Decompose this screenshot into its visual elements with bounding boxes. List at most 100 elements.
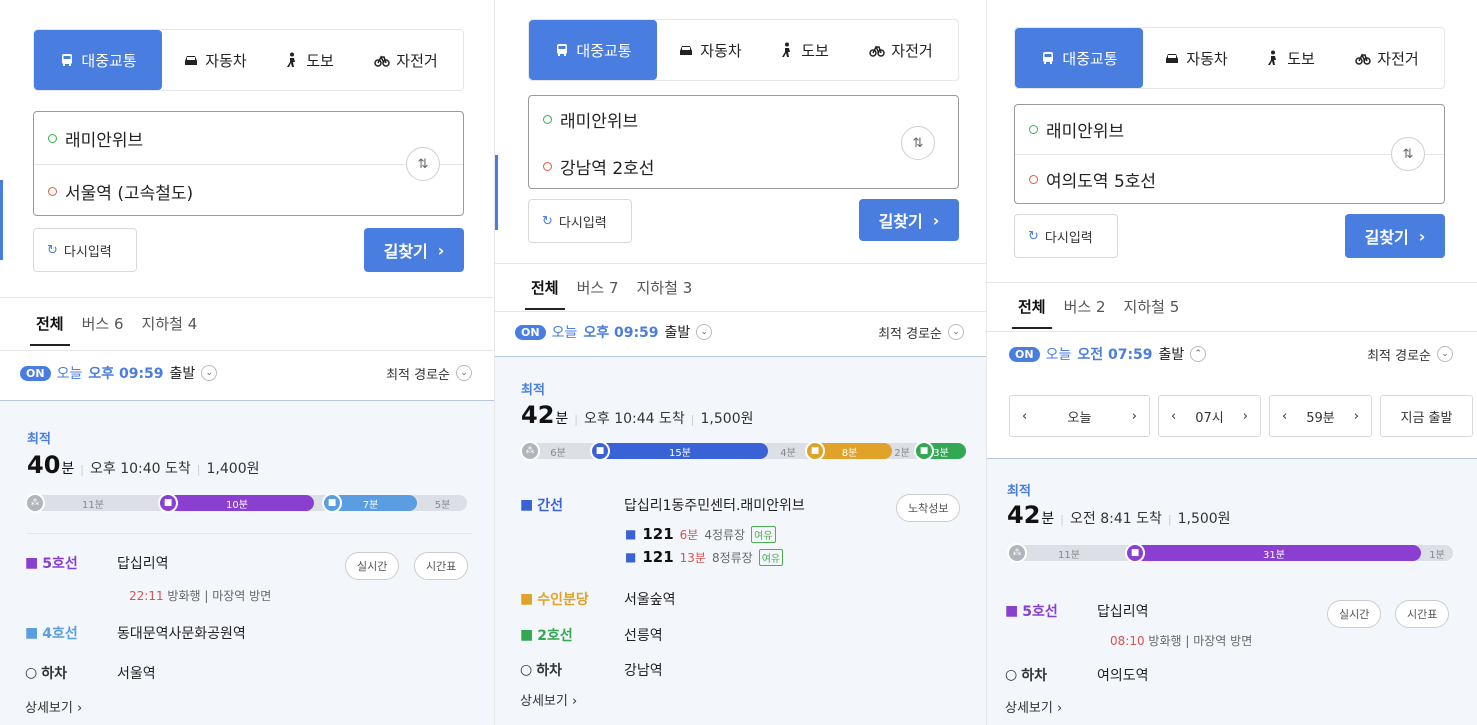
walk-segment: ⁂ 6분 [520, 441, 594, 461]
detail-link[interactable]: 상세보기 › [25, 697, 82, 716]
mode-transit-tab[interactable]: 대중교통 [34, 30, 162, 90]
depart-time-selector[interactable]: ON 오늘 오전 07:59 출발 ⌃ [1009, 344, 1207, 364]
line-name: ■ 2호선 [520, 627, 573, 644]
detail-link[interactable]: 상세보기 › [520, 690, 577, 709]
mode-transit-tab[interactable]: 대중교통 [1015, 28, 1143, 88]
segment-label: 6분 [550, 447, 566, 459]
destination-field[interactable]: 강남역 2호선 [529, 143, 894, 189]
on-badge: ON [20, 365, 51, 381]
mode-label: 도보 [801, 41, 829, 60]
search-button[interactable]: 길찾기 › [859, 199, 959, 241]
walk-segment: 5분 [418, 495, 467, 511]
tabs-divider [0, 350, 494, 351]
hour-value: 07시 [1195, 410, 1224, 426]
tab-bus[interactable]: 버스 7 [577, 277, 619, 298]
chevron-right-icon: › [932, 210, 940, 230]
realtime-button[interactable]: 실시간 [345, 552, 400, 580]
segment-label: 3분 [933, 447, 949, 459]
station-name: 답십리역 [1097, 604, 1149, 620]
reset-button[interactable]: ↻ 다시입력 [33, 228, 137, 272]
sort-selector[interactable]: 최적 경로순 ⌄ [386, 364, 472, 383]
mode-label: 자동차 [1186, 49, 1228, 68]
chevron-down-icon: ⌄ [456, 365, 472, 381]
day-picker[interactable]: ‹ 오늘 › [1009, 395, 1150, 437]
chevron-right-icon[interactable]: › [1354, 409, 1359, 424]
minute-unit: 분 [555, 411, 569, 427]
depart-time-selector[interactable]: ON 오늘 오후 09:59 출발 ⌄ [515, 322, 713, 342]
route-result-card[interactable]: 최적 42 분 | 오전 8:41 도착 | 1,500원 ⁂ 11분 ■ 31… [987, 458, 1477, 725]
route-info-button[interactable]: 노착성보 [896, 494, 961, 522]
tab-bus[interactable]: 버스 2 [1064, 296, 1106, 317]
tab-subway[interactable]: 지하철 5 [1124, 296, 1180, 317]
mode-car-tab[interactable]: 자동차 [162, 30, 268, 90]
bus-icon: ■ [625, 527, 637, 541]
bike-icon [1355, 53, 1372, 65]
line-name: ■ 수인분당 [520, 591, 589, 608]
chevron-left-icon[interactable]: ‹ [1282, 409, 1287, 424]
mode-tabs: 대중교통 자동차 도보 자전거 [1014, 27, 1445, 89]
reset-button[interactable]: ↻ 다시입력 [1014, 214, 1118, 258]
route-result-card[interactable]: 최적 42 분 | 오후 10:44 도착 | 1,500원 ⁂ 6분 ■ 15… [495, 356, 986, 725]
depart-time: 오후 09:59 [88, 366, 164, 382]
mode-bike-tab[interactable]: 자전거 [1331, 28, 1443, 88]
origin-field[interactable]: 래미안위브 [34, 112, 399, 164]
station-name: 답십리1동주민센터.래미안위브 [624, 498, 805, 514]
station-name: 서울숲역 [624, 592, 676, 608]
section-divider [987, 282, 1477, 283]
tab-bus[interactable]: 버스 6 [82, 313, 124, 334]
origin-field[interactable]: 래미안위브 [529, 96, 894, 142]
reset-button[interactable]: ↻ 다시입력 [528, 199, 632, 243]
route-timeline-bar: ⁂ 11분 ■ 10분 3분 ■ 7분 5분 [25, 493, 467, 513]
mode-bike-tab[interactable]: 자전거 [350, 30, 462, 90]
origin-text: 래미안위브 [1046, 122, 1125, 142]
tab-all[interactable]: 전체 [30, 313, 70, 346]
bus-icon: ■ [520, 497, 534, 513]
mode-walk-tab[interactable]: 도보 [268, 30, 350, 90]
alight-label: ○ 하차 [1005, 667, 1047, 684]
swap-icon[interactable]: ⇅ [1391, 137, 1425, 171]
destination-field[interactable]: 서울역 (고속철도) [34, 165, 399, 217]
chevron-left-icon[interactable]: ‹ [1022, 409, 1027, 424]
realtime-button[interactable]: 실시간 [1327, 600, 1382, 628]
mode-label: 자전거 [891, 41, 933, 60]
route-panel-1: 대중교통 자동차 도보 자전거 래미안위브 서울역 (고속철도) ⇅ ↻ 다시입… [0, 0, 494, 725]
mode-car-tab[interactable]: 자동차 [657, 20, 763, 80]
tab-all[interactable]: 전체 [525, 277, 565, 310]
tab-all[interactable]: 전체 [1012, 296, 1052, 329]
search-label: 길찾기 [383, 242, 428, 261]
mode-walk-tab[interactable]: 도보 [1249, 28, 1331, 88]
hour-picker[interactable]: ‹ 07시 › [1158, 395, 1261, 437]
search-button[interactable]: 길찾기 › [364, 228, 464, 272]
mode-walk-tab[interactable]: 도보 [763, 20, 845, 80]
tab-subway[interactable]: 지하철 3 [637, 277, 693, 298]
chevron-right-icon[interactable]: › [1132, 409, 1137, 424]
chevron-left-icon[interactable]: ‹ [1171, 409, 1176, 424]
timetable-button[interactable]: 시간표 [414, 552, 469, 580]
destination-field[interactable]: 여의도역 5호선 [1015, 155, 1380, 204]
swap-icon[interactable]: ⇅ [901, 126, 935, 160]
mode-bike-tab[interactable]: 자전거 [845, 20, 957, 80]
detail-link[interactable]: 상세보기 › [1005, 697, 1062, 716]
route-inputs: 래미안위브 여의도역 5호선 ⇅ [1014, 104, 1445, 204]
origin-field[interactable]: 래미안위브 [1015, 105, 1380, 154]
tab-subway[interactable]: 지하철 4 [142, 313, 198, 334]
mode-transit-tab[interactable]: 대중교통 [529, 20, 657, 80]
chevron-right-icon[interactable]: › [1243, 409, 1248, 424]
swap-icon[interactable]: ⇅ [406, 147, 440, 181]
route-result-card[interactable]: 최적 40 분 | 오후 10:40 도착 | 1,400원 ⁂ 11분 ■ 1… [0, 400, 494, 725]
mode-car-tab[interactable]: 자동차 [1143, 28, 1249, 88]
walk-segment: 4분 [768, 443, 808, 459]
station-name: 답십리역 [117, 556, 169, 572]
search-button[interactable]: 길찾기 › [1345, 214, 1445, 258]
segment-label: 31분 [1263, 549, 1285, 561]
sort-selector[interactable]: 최적 경로순 ⌄ [878, 323, 964, 342]
walk-segment: ⁂ 11분 [1007, 543, 1129, 563]
sort-selector[interactable]: 최적 경로순 ⌄ [1367, 345, 1453, 364]
depart-time-selector[interactable]: ON 오늘 오후 09:59 출발 ⌄ [20, 363, 218, 383]
timetable-button[interactable]: 시간표 [1395, 600, 1450, 628]
station-name: 서울역 [117, 666, 156, 682]
depart-now-button[interactable]: 지금 출발 [1380, 395, 1473, 437]
minute-picker[interactable]: ‹ 59분 › [1269, 395, 1372, 437]
depart-row: ON 오늘 오후 09:59 출발 ⌄ 최적 경로순 ⌄ [515, 322, 964, 342]
day-value: 오늘 [1067, 410, 1092, 426]
